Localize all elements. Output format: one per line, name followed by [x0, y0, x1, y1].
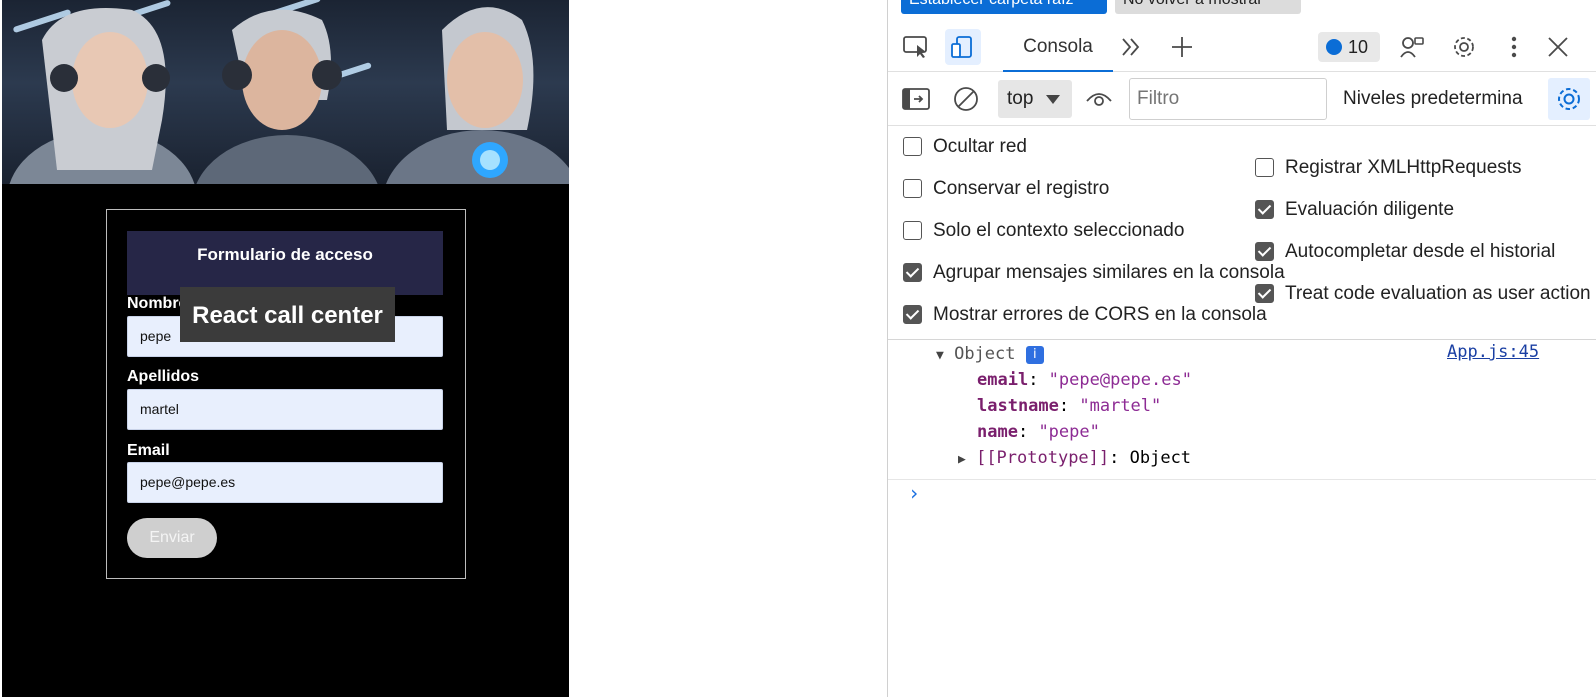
object-entry-header[interactable]: ▼ Object i [936, 342, 1044, 366]
checkbox-checked[interactable] [903, 263, 922, 282]
issues-count: 10 [1348, 37, 1369, 57]
object-property: email: "pepe@pepe.es" [977, 370, 1192, 390]
clear-console-icon[interactable] [948, 81, 984, 117]
option-preserve-log[interactable]: Conservar el registro [903, 176, 1233, 202]
page-background [569, 0, 887, 697]
title-tooltip: React call center [180, 287, 395, 342]
checkbox[interactable] [903, 221, 922, 240]
context-value: top [1007, 88, 1034, 109]
object-property: name: "pepe" [977, 422, 1100, 442]
context-selector[interactable]: top [998, 80, 1072, 118]
hero-image [2, 0, 569, 184]
add-tab-icon[interactable] [1164, 29, 1200, 65]
info-icon[interactable]: i [1025, 346, 1044, 364]
more-tabs-icon[interactable] [1113, 29, 1149, 65]
option-show-cors-errors[interactable]: Mostrar errores de CORS en la consola [903, 302, 1303, 328]
checkbox-checked[interactable] [1255, 284, 1274, 303]
option-log-xhr[interactable]: Registrar XMLHttpRequests [1255, 155, 1596, 181]
form-title: Formulario de acceso [127, 231, 443, 295]
customize-icon[interactable] [1394, 29, 1430, 65]
devtools-tabbar: Consola 10 [888, 22, 1596, 72]
name-label: Nombre [127, 295, 188, 312]
object-label: Object [954, 344, 1016, 364]
checkbox-checked[interactable] [1255, 200, 1274, 219]
message-icon [1326, 39, 1342, 55]
option-selected-context-only[interactable]: Solo el contexto seleccionado [903, 218, 1233, 244]
expand-triangle-icon[interactable]: ▶ [958, 452, 966, 467]
inspect-element-icon[interactable] [898, 29, 934, 65]
source-link[interactable]: App.js:45 [1447, 342, 1539, 362]
chevron-down-icon [1046, 95, 1060, 104]
option-treat-as-user-action[interactable]: Treat code evaluation as user action [1255, 281, 1596, 307]
log-levels-dropdown[interactable]: Niveles predeterminados [1343, 80, 1523, 118]
prototype-entry[interactable]: ▶ [[Prototype]]: Object [958, 446, 1191, 470]
email-label: Email [127, 442, 170, 459]
object-property: lastname: "martel" [977, 396, 1162, 416]
lastname-label: Apellidos [127, 368, 200, 385]
more-options-icon[interactable] [1496, 29, 1532, 65]
console-settings-icon[interactable] [1548, 78, 1590, 120]
option-hide-network[interactable]: Ocultar red [903, 134, 1233, 160]
console-settings-panel: Ocultar red Conservar el registro Solo e… [888, 126, 1596, 340]
checkbox-checked[interactable] [903, 305, 922, 324]
devtools-panel: Establecer carpeta raíz No volver a most… [887, 0, 1596, 697]
device-toolbar-icon[interactable] [945, 29, 981, 65]
lastname-field[interactable]: martel [127, 389, 443, 430]
agents-illustration [9, 7, 569, 184]
checkbox[interactable] [1255, 158, 1274, 177]
option-group-similar[interactable]: Agrupar mensajes similares en la consola [903, 260, 1303, 286]
expand-triangle-icon[interactable]: ▼ [936, 348, 944, 363]
live-expression-eye-icon[interactable] [1081, 81, 1117, 117]
login-form: Formulario de acceso Nombre pepe Apellid… [106, 209, 466, 579]
submit-button[interactable]: Enviar [127, 518, 217, 558]
console-prompt-icon[interactable]: › [908, 483, 924, 503]
sidebar-toggle-icon[interactable] [898, 81, 934, 117]
email-field[interactable]: pepe@pepe.es [127, 462, 443, 503]
close-icon[interactable] [1540, 29, 1576, 65]
divider [888, 479, 1596, 480]
issues-counter[interactable]: 10 [1318, 32, 1380, 62]
console-output: ▼ Object i App.js:45 email: "pepe@pepe.e… [888, 340, 1596, 697]
gear-icon[interactable] [1446, 29, 1482, 65]
filter-input[interactable]: Filtro [1129, 78, 1327, 120]
app-viewport: Formulario de acceso Nombre pepe Apellid… [2, 0, 569, 697]
checkbox-checked[interactable] [1255, 242, 1274, 261]
dont-show-again-button[interactable]: No volver a mostrar [1115, 0, 1301, 14]
checkbox[interactable] [903, 137, 922, 156]
option-autocomplete-history[interactable]: Autocompletar desde el historial [1255, 239, 1596, 265]
devtools-infobar: Establecer carpeta raíz No volver a most… [888, 0, 1596, 14]
option-eager-evaluation[interactable]: Evaluación diligente [1255, 197, 1596, 223]
checkbox[interactable] [903, 179, 922, 198]
tab-console[interactable]: Consola [1003, 22, 1113, 72]
console-toolbar: top Filtro Niveles predeterminados [888, 72, 1596, 126]
set-root-folder-button[interactable]: Establecer carpeta raíz [901, 0, 1107, 14]
